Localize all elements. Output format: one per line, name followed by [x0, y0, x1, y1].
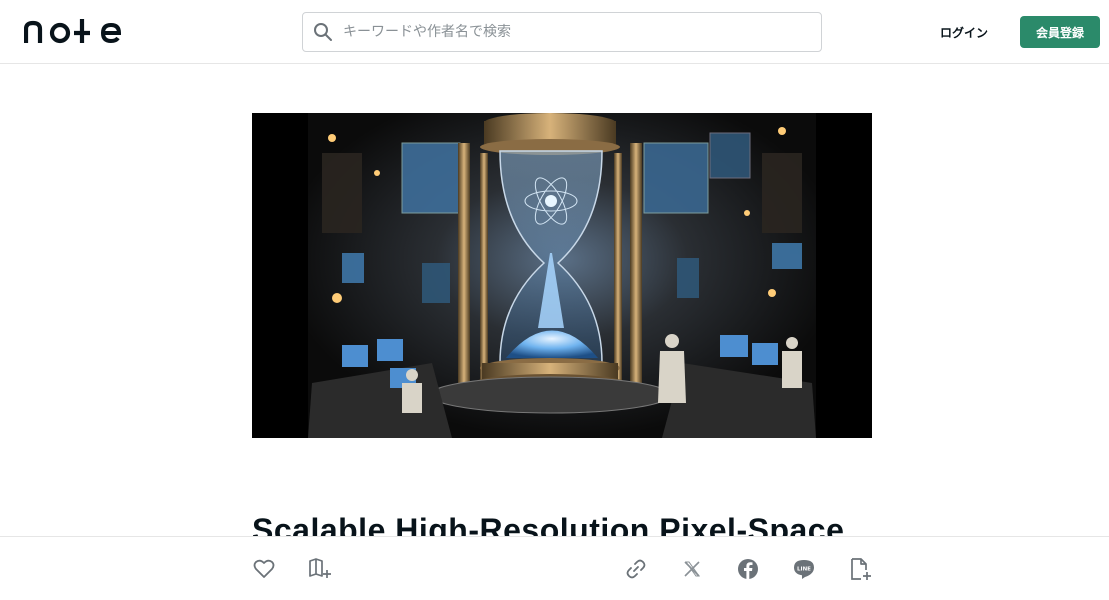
- share-line-button[interactable]: LINE: [792, 557, 816, 581]
- svg-text:LINE: LINE: [797, 567, 811, 573]
- like-button[interactable]: [252, 557, 276, 581]
- embed-button[interactable]: [848, 557, 872, 581]
- facebook-icon: [737, 558, 759, 580]
- note-logo[interactable]: [23, 17, 124, 47]
- search-box[interactable]: [302, 12, 822, 52]
- login-link[interactable]: ログイン: [930, 19, 998, 45]
- search-input[interactable]: [343, 14, 821, 50]
- embed-icon: [848, 557, 872, 581]
- share-facebook-button[interactable]: [736, 557, 760, 581]
- signup-button[interactable]: 会員登録: [1020, 16, 1100, 48]
- article-action-bar: LINE: [0, 536, 1109, 600]
- x-icon: [683, 560, 701, 578]
- heart-icon: [253, 559, 275, 579]
- link-icon: [625, 558, 647, 580]
- site-header: ログイン 会員登録: [0, 0, 1109, 64]
- search-icon: [303, 13, 343, 51]
- article-hero-image: [252, 113, 872, 438]
- add-to-magazine-button[interactable]: [308, 557, 332, 581]
- share-x-button[interactable]: [680, 557, 704, 581]
- copy-link-button[interactable]: [624, 557, 648, 581]
- magazine-add-icon: [308, 558, 332, 580]
- line-icon: LINE: [793, 558, 815, 580]
